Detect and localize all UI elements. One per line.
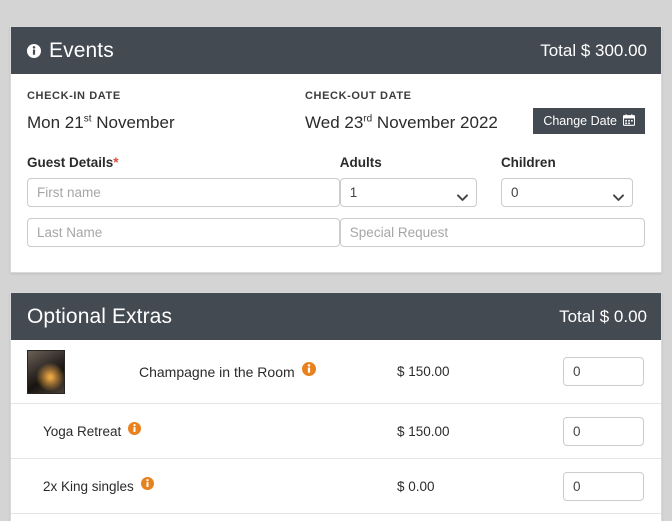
info-icon[interactable] <box>301 362 316 381</box>
extra-price: $ 150.00 <box>397 364 450 379</box>
info-icon[interactable] <box>27 43 41 58</box>
checkin-value: Mon 21st November <box>27 113 305 133</box>
special-request-col <box>339 207 645 247</box>
extra-price: $ 150.00 <box>397 423 450 439</box>
events-card: Events Total $ 300.00 CHECK-IN DATE Mon … <box>10 26 662 273</box>
checkout-day: Wed 23 <box>305 113 364 132</box>
checkin-label: CHECK-IN DATE <box>27 90 121 102</box>
change-date-button[interactable]: Change Date <box>533 108 645 134</box>
checkin-rest: November <box>91 113 175 132</box>
dates-row: CHECK-IN DATE Mon 21st November CHECK-OU… <box>27 74 645 134</box>
booking-page: Events Total $ 300.00 CHECK-IN DATE Mon … <box>0 0 672 521</box>
checkout-ordinal: rd <box>363 113 373 125</box>
required-marker: * <box>113 155 119 170</box>
extra-qty-cell <box>563 416 645 446</box>
quantity-input[interactable] <box>563 416 644 446</box>
children-label: Children <box>500 155 556 170</box>
last-name-input[interactable] <box>27 218 340 247</box>
champagne-thumbnail[interactable] <box>27 349 65 394</box>
extras-total: Total $ 0.00 <box>559 306 647 326</box>
checkout-value: Wed 23rd November 2022 <box>305 113 498 133</box>
guest-details-label: Guest Details* <box>27 155 340 170</box>
thumbnail-cell <box>27 349 139 394</box>
guest-details-col: Guest Details* <box>27 155 340 207</box>
calendar-icon <box>622 113 636 129</box>
guest-details-text: Guest Details <box>27 155 114 170</box>
extra-name-cell: Champagne in the Room <box>139 362 397 381</box>
last-name-col <box>27 207 340 247</box>
extra-name-cell: 2x King singles <box>27 477 397 495</box>
children-col: Children 0 <box>500 155 645 207</box>
guest-form-row-1: Guest Details* Adults 1 Childr <box>27 155 645 207</box>
checkin-day: Mon 21 <box>27 113 84 132</box>
extras-title: Optional Extras <box>27 304 173 328</box>
extras-card-header: Optional Extras Total $ 0.00 <box>11 293 661 340</box>
adults-label: Adults <box>339 155 382 170</box>
info-icon[interactable] <box>140 477 154 495</box>
children-select[interactable]: 0 <box>500 178 633 207</box>
events-total: Total $ 300.00 <box>540 40 647 60</box>
quantity-input[interactable] <box>563 471 644 501</box>
extra-name: Yoga Retreat <box>43 423 122 439</box>
table-row: 2x King singles $ 0.00 <box>11 459 661 514</box>
extra-name: Champagne in the Room <box>139 363 295 380</box>
children-select-wrap: 0 <box>500 178 633 207</box>
extra-name: 2x King singles <box>43 478 134 494</box>
extra-qty-cell <box>563 357 645 386</box>
events-title-group: Events <box>27 39 114 63</box>
info-icon[interactable] <box>128 422 142 440</box>
checkout-rest: November 2022 <box>372 113 498 132</box>
checkin-block: CHECK-IN DATE Mon 21st November <box>27 90 305 133</box>
checkout-label: CHECK-OUT DATE <box>305 90 412 102</box>
quantity-input[interactable] <box>563 357 644 386</box>
events-title: Events <box>49 38 114 62</box>
adults-col: Adults 1 <box>339 155 501 207</box>
extra-name-cell: Yoga Retreat <box>27 422 397 440</box>
first-name-input[interactable] <box>27 178 340 207</box>
table-row: Champagne in the Room $ 150.00 <box>11 340 661 404</box>
events-body: CHECK-IN DATE Mon 21st November CHECK-OU… <box>11 74 661 247</box>
events-card-header: Events Total $ 300.00 <box>11 27 661 74</box>
change-date-label: Change Date <box>543 114 617 128</box>
adults-select[interactable]: 1 <box>339 178 477 207</box>
checkout-block: CHECK-OUT DATE Wed 23rd November 2022 <box>305 90 498 133</box>
special-request-input[interactable] <box>339 218 645 247</box>
extra-price: $ 0.00 <box>397 478 435 494</box>
optional-extras-card: Optional Extras Total $ 0.00 Champagne i… <box>10 292 662 521</box>
guest-form-row-2 <box>27 207 645 247</box>
extra-qty-cell <box>563 471 645 501</box>
adults-select-wrap: 1 <box>339 178 477 207</box>
table-row: Yoga Retreat $ 150.00 <box>11 404 661 459</box>
